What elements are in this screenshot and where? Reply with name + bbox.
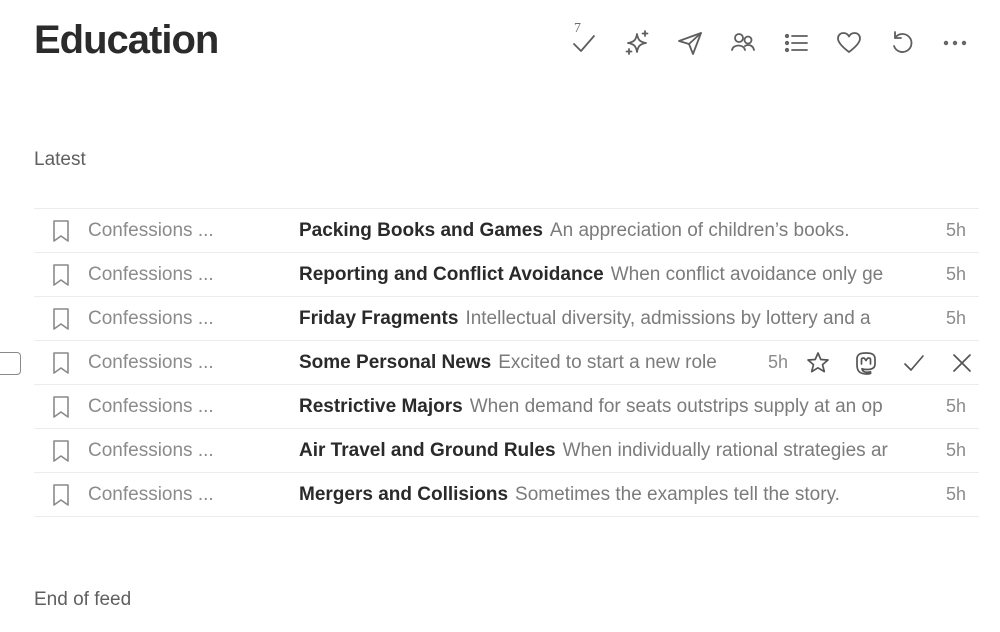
row-actions xyxy=(804,349,976,377)
feed-text: Some Personal News Excited to start a new… xyxy=(299,352,739,374)
end-of-feed-label: End of feed xyxy=(34,589,132,610)
feed-summary: Sometimes the examples tell the story. xyxy=(515,484,840,505)
feed-text: Mergers and Collisions Sometimes the exam… xyxy=(299,484,917,506)
close-icon xyxy=(953,354,971,372)
refresh-icon xyxy=(892,31,912,53)
feed-summary: When conflict avoidance only ge xyxy=(610,264,884,285)
feed-item[interactable]: Confessions ... Reporting and Conflict A… xyxy=(34,253,979,297)
sparkle-icon xyxy=(625,30,648,55)
feed-summary: Excited to start a new role xyxy=(498,352,717,373)
mastodon-icon xyxy=(856,352,876,375)
feed-summary: An appreciation of children’s books. xyxy=(549,220,850,241)
feed-item[interactable]: Confessions ... Friday Fragments Intellec… xyxy=(34,297,979,341)
section-label: Latest xyxy=(34,149,86,170)
feed-headline: Mergers and Collisions xyxy=(299,484,509,505)
feed-source: Confessions ... xyxy=(88,440,214,461)
feed-source: Confessions ... xyxy=(88,352,214,373)
bookmark-icon[interactable] xyxy=(50,307,72,331)
more-icon xyxy=(943,40,966,46)
star-button[interactable] xyxy=(804,349,832,377)
feed-source: Confessions ... xyxy=(88,220,214,241)
feed-list: Confessions ... Packing Books and Games A… xyxy=(0,208,979,517)
bookmark-icon[interactable] xyxy=(50,439,72,463)
feed-time: 5h xyxy=(945,220,966,240)
feed-item[interactable]: Confessions ... Air Travel and Ground Ru… xyxy=(34,429,979,473)
feed-text: Air Travel and Ground Rules When individu… xyxy=(299,440,917,462)
feed-headline: Some Personal News xyxy=(299,352,492,373)
feed-source: Confessions ... xyxy=(88,264,214,285)
list-icon xyxy=(784,33,808,53)
page-title: Education xyxy=(34,18,219,62)
feed-item[interactable]: Confessions ... Mergers and Collisions So… xyxy=(34,473,979,517)
feed-source: Confessions ... xyxy=(88,484,214,505)
feed-text: Reporting and Conflict Avoidance When con… xyxy=(299,264,917,286)
more-button[interactable] xyxy=(937,24,972,62)
unread-count: 7 xyxy=(574,21,581,36)
feed-headline: Packing Books and Games xyxy=(299,220,543,241)
mark-read-button[interactable] xyxy=(900,349,928,377)
feed-summary: Intellectual diversity, admissions by lo… xyxy=(465,308,871,329)
feed-time: 5h xyxy=(945,440,966,460)
list-button[interactable] xyxy=(778,24,813,62)
feed-text: Friday Fragments Intellectual diversity, … xyxy=(299,308,917,330)
dismiss-button[interactable] xyxy=(948,349,976,377)
feed-headline: Air Travel and Ground Rules xyxy=(299,440,556,461)
feed-source: Confessions ... xyxy=(88,396,214,417)
select-checkbox[interactable] xyxy=(0,352,21,375)
feed-item-hovered[interactable]: Confessions ... Some Personal News Excite… xyxy=(0,341,979,385)
sparkle-button[interactable] xyxy=(619,24,654,62)
feed-time: 5h xyxy=(945,264,966,284)
favorite-button[interactable] xyxy=(831,24,866,62)
feed-time: 5h xyxy=(945,308,966,328)
community-button[interactable] xyxy=(725,24,760,62)
feed-time: 5h xyxy=(945,396,966,416)
feed-text: Restrictive Majors When demand for seats … xyxy=(299,396,917,418)
send-button[interactable] xyxy=(672,24,707,62)
mastodon-share-button[interactable] xyxy=(852,349,880,377)
feed-item[interactable]: Confessions ... Restrictive Majors When d… xyxy=(34,385,979,429)
feed-source: Confessions ... xyxy=(88,308,214,329)
checkmark-icon xyxy=(904,355,924,371)
feed-summary: When individually rational strategies ar xyxy=(562,440,888,461)
mark-all-read-button[interactable]: 7 xyxy=(566,21,601,62)
bookmark-icon[interactable] xyxy=(50,351,72,375)
bookmark-icon[interactable] xyxy=(50,483,72,507)
feed-headline: Reporting and Conflict Avoidance xyxy=(299,264,604,285)
feed-summary: When demand for seats outstrips supply a… xyxy=(469,396,883,417)
bookmark-icon[interactable] xyxy=(50,395,72,419)
feed-time: 5h xyxy=(768,352,789,372)
refresh-button[interactable] xyxy=(884,24,919,62)
feed-headline: Restrictive Majors xyxy=(299,396,463,417)
feed-headline: Friday Fragments xyxy=(299,308,459,329)
send-icon xyxy=(677,32,702,55)
bookmark-icon[interactable] xyxy=(50,263,72,287)
bookmark-icon[interactable] xyxy=(50,219,72,243)
heart-icon xyxy=(836,32,861,53)
feed-item[interactable]: Confessions ... Packing Books and Games A… xyxy=(34,209,979,253)
star-icon xyxy=(807,352,829,373)
feed-text: Packing Books and Games An appreciation o… xyxy=(299,220,917,242)
feed-time: 5h xyxy=(945,484,966,504)
community-icon xyxy=(730,33,755,51)
toolbar: 7 xyxy=(566,21,972,62)
